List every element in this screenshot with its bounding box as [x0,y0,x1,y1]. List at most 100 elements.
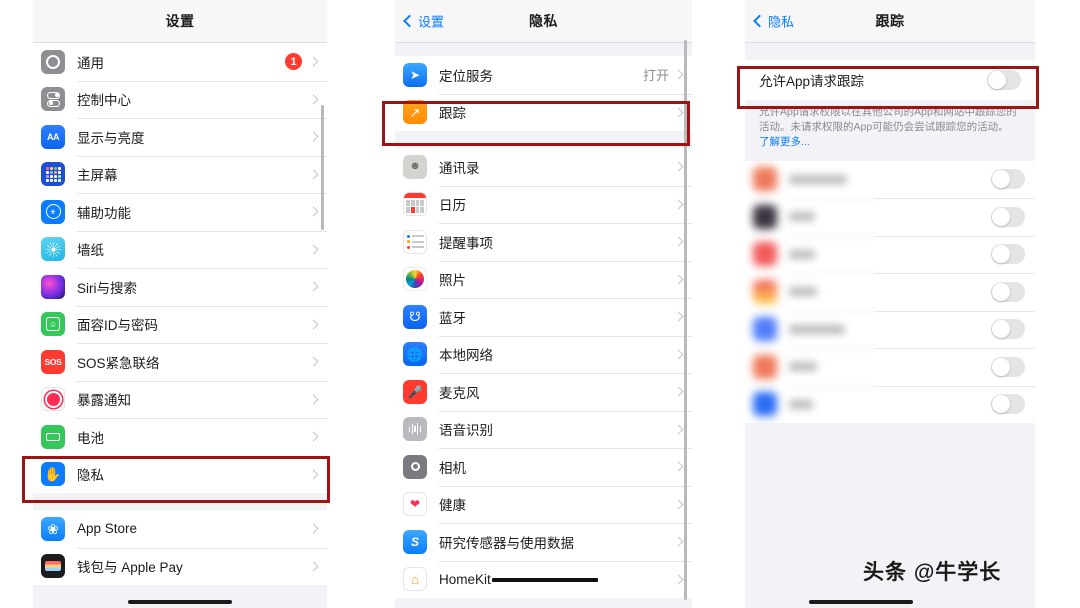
sidebar-item-siri-search[interactable]: Siri与搜索 [33,268,327,306]
sidebar-item-battery[interactable]: 电池 [33,418,327,456]
home-indicator [809,600,913,604]
chevron-right-icon [673,199,684,210]
list-item-contacts[interactable]: ☻ 通讯录 [395,148,692,186]
privacy-scroll-body[interactable]: ➤ 定位服务 打开 ↗ 跟踪 ☻ 通讯录 日历 提醒事项 照片 ☋ 蓝牙 🌐 本… [395,43,692,608]
list-item-location-services[interactable]: ➤ 定位服务 打开 [395,56,692,94]
list-item-microphone[interactable]: 🎤 麦克风 [395,373,692,411]
calendar-icon [403,192,427,217]
chevron-right-icon [308,244,319,255]
list-item-tracking[interactable]: ↗ 跟踪 [395,93,692,131]
chevron-right-icon [673,274,684,285]
microphone-icon: 🎤 [403,379,427,404]
list-item-photos[interactable]: 照片 [395,260,692,298]
privacy-group-top: ➤ 定位服务 打开 ↗ 跟踪 [395,56,692,131]
row-label: 蓝牙 [439,310,466,326]
app-tracking-toggle[interactable] [991,206,1025,227]
row-label: 跟踪 [439,106,466,122]
page-title: 跟踪 [875,13,905,29]
group-separator [395,131,692,148]
row-label: 控制中心 [77,93,131,109]
app-tracking-toggle[interactable] [991,356,1025,377]
chevron-right-icon [308,169,319,180]
watermark: 头条 @牛学长 [863,561,1002,584]
list-item-reminders[interactable]: 提醒事项 [395,223,692,261]
sidebar-item-face-id[interactable]: ☺ 面容ID与密码 [33,305,327,343]
sidebar-item-wallet[interactable]: 钱包与 Apple Pay [33,547,327,585]
list-item-research-sensor[interactable]: S 研究传感器与使用数据 [395,523,692,561]
list-item-camera[interactable]: 相机 [395,448,692,486]
list-item-speech-recognition[interactable]: 语音识别 [395,410,692,448]
wallet-icon [41,554,65,579]
app-tracking-toggle[interactable] [991,319,1025,340]
chevron-left-icon [753,14,766,28]
back-button-label: 隐私 [768,14,795,30]
allow-tracking-label: 允许App请求跟踪 [759,74,865,89]
sidebar-item-app-store[interactable]: ❀ App Store [33,510,327,548]
settings-scroll-body[interactable]: 通用 1 控制中心 AA 显示与亮度 主屏幕 ⚹ 辅助功能 墙纸 Siri与搜索… [33,43,327,608]
display-brightness-icon: AA [41,124,65,149]
chevron-right-icon [673,461,684,472]
row-label: 隐私 [77,468,104,484]
sidebar-item-control-center[interactable]: 控制中心 [33,80,327,118]
app-tracking-toggle[interactable] [991,281,1025,302]
app-tracking-toggle[interactable] [991,169,1025,190]
chevron-right-icon [673,161,684,172]
chevron-right-icon [308,94,319,105]
control-center-icon [41,87,65,112]
sidebar-item-home-screen[interactable]: 主屏幕 [33,155,327,193]
photos-icon [403,267,427,292]
page-title: 设置 [165,13,195,29]
wallpaper-icon [41,237,65,262]
sidebar-item-general[interactable]: 通用 1 [33,43,327,81]
sidebar-item-emergency-sos[interactable]: SOS SOS紧急联络 [33,343,327,381]
chevron-right-icon [308,523,319,534]
chevron-right-icon [673,574,684,585]
list-item-calendar[interactable]: 日历 [395,185,692,223]
health-icon: ❤ [403,492,427,517]
allow-tracking-row[interactable]: 允许App请求跟踪 [745,60,1035,100]
privacy-icon: ✋ [41,462,65,487]
list-item-local-network[interactable]: 🌐 本地网络 [395,335,692,373]
learn-more-link[interactable]: 了解更多... [759,136,810,148]
settings-group-store: ❀ App Store 钱包与 Apple Pay [33,510,327,585]
scrollbar-settings[interactable] [321,105,324,230]
top-spacer [395,43,692,56]
list-item-bluetooth[interactable]: ☋ 蓝牙 [395,298,692,336]
row-label: HomeKit [439,572,675,587]
settings-panel: 设置 通用 1 控制中心 AA 显示与亮度 主屏幕 ⚹ 辅助功能 墙纸 Siri… [33,0,327,608]
sidebar-item-accessibility[interactable]: ⚹ 辅助功能 [33,193,327,231]
sidebar-item-wallpaper[interactable]: 墙纸 [33,230,327,268]
row-label: 暴露通知 [77,393,131,409]
list-item-homekit[interactable]: ⌂ HomeKit [395,560,692,598]
chevron-right-icon [308,469,319,480]
sidebar-item-display-brightness[interactable]: AA 显示与亮度 [33,118,327,156]
privacy-group-permissions: ☻ 通讯录 日历 提醒事项 照片 ☋ 蓝牙 🌐 本地网络 🎤 麦克风 语音识别 … [395,148,692,598]
privacy-panel: 设置 隐私 ➤ 定位服务 打开 ↗ 跟踪 ☻ 通讯录 日历 提醒事项 照片 ☋ … [395,0,692,608]
tracking-navbar: 隐私 跟踪 [745,0,1035,43]
exposure-notification-icon [41,387,65,412]
row-label: 照片 [439,273,466,289]
sidebar-item-privacy[interactable]: ✋ 隐私 [33,455,327,493]
sidebar-item-exposure-notifications[interactable]: 暴露通知 [33,380,327,418]
back-button-label: 设置 [418,14,445,30]
chevron-right-icon [308,431,319,442]
back-button-settings[interactable]: 设置 [403,12,445,31]
allow-tracking-group: 允许App请求跟踪 [745,60,1035,100]
local-network-icon: 🌐 [403,342,427,367]
tracking-scroll-body[interactable]: 允许App请求跟踪 允许App请求权限以在其他公司的App和网站中跟踪您的活动。… [745,43,1035,608]
privacy-blur-overlay [745,160,875,424]
list-item-health[interactable]: ❤ 健康 [395,485,692,523]
status-badge: 1 [285,53,302,71]
app-tracking-toggle[interactable] [991,394,1025,415]
bluetooth-icon: ☋ [403,304,427,329]
app-tracking-toggle[interactable] [991,244,1025,265]
privacy-navbar: 设置 隐私 [395,0,692,43]
row-label: App Store [77,521,138,537]
allow-tracking-toggle[interactable] [987,70,1021,90]
row-label: 日历 [439,198,466,214]
location-icon: ➤ [403,62,427,87]
settings-group-system: 通用 1 控制中心 AA 显示与亮度 主屏幕 ⚹ 辅助功能 墙纸 Siri与搜索… [33,43,327,493]
back-button-privacy[interactable]: 隐私 [753,12,795,31]
chevron-right-icon [308,356,319,367]
scrollbar-privacy[interactable] [684,40,687,600]
